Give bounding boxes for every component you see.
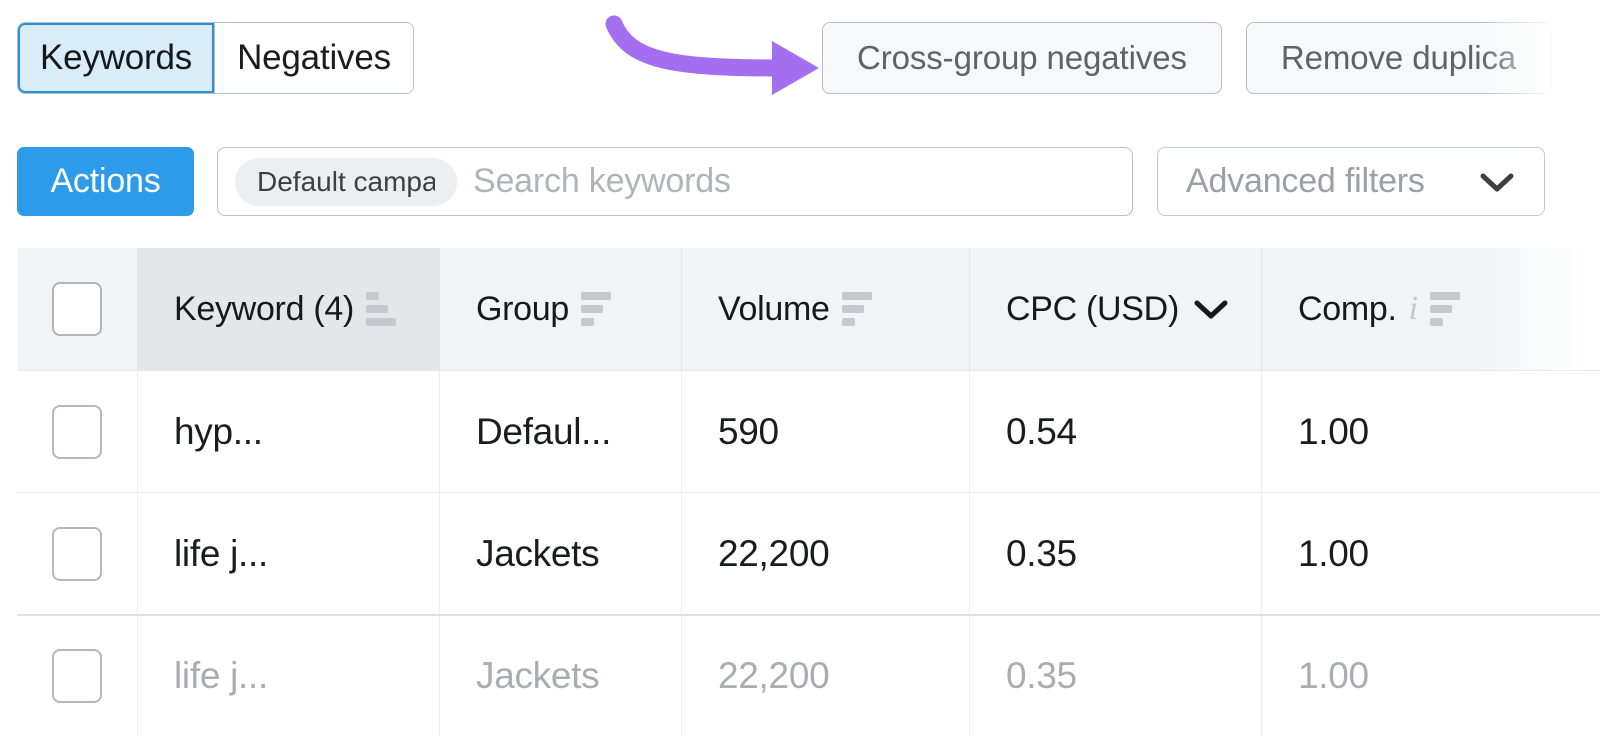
row-select-cell	[17, 371, 138, 492]
cell-group: Defaul...	[440, 371, 682, 492]
chevron-down-icon	[1478, 170, 1516, 194]
row-checkbox[interactable]	[52, 405, 102, 459]
column-header-group[interactable]: Group	[440, 248, 682, 370]
cell-competition: 1.00	[1262, 493, 1600, 614]
cell-volume: 22,200	[682, 616, 970, 736]
column-header-keyword-label: Keyword (4)	[174, 290, 354, 329]
column-header-volume-label: Volume	[718, 290, 830, 329]
column-header-competition[interactable]: Comp. i	[1262, 248, 1600, 370]
column-header-volume[interactable]: Volume	[682, 248, 970, 370]
remove-duplicates-label: Remove duplica	[1281, 39, 1516, 77]
cell-keyword: hyp...	[138, 371, 440, 492]
view-toggle-group: Keywords Negatives	[17, 22, 414, 94]
cross-group-negatives-label: Cross-group negatives	[857, 39, 1187, 77]
tab-keywords-label: Keywords	[40, 38, 192, 78]
tab-negatives-label: Negatives	[237, 38, 391, 78]
arrow-icon	[604, 8, 834, 98]
keywords-table: Keyword (4) Group Volume CPC (USD) Comp.…	[17, 248, 1600, 736]
sort-descending-icon[interactable]	[581, 292, 611, 326]
select-all-checkbox[interactable]	[52, 282, 102, 336]
search-input[interactable]	[471, 161, 1132, 202]
table-row[interactable]: life j... Jackets 22,200 0.35 1.00	[17, 614, 1600, 736]
row-checkbox[interactable]	[52, 649, 102, 703]
tab-keywords[interactable]: Keywords	[18, 23, 214, 93]
cell-cpc: 0.35	[970, 616, 1262, 736]
cell-volume: 590	[682, 371, 970, 492]
advanced-filters-label: Advanced filters	[1186, 162, 1425, 201]
cross-group-negatives-button[interactable]: Cross-group negatives	[822, 22, 1222, 94]
column-header-competition-label: Comp.	[1298, 290, 1397, 329]
cell-competition: 1.00	[1262, 371, 1600, 492]
cell-group: Jackets	[440, 493, 682, 614]
controls-row: Actions Default campa Advanced filters	[0, 147, 1600, 217]
advanced-filters-button[interactable]: Advanced filters	[1157, 147, 1545, 216]
annotation-arrow	[604, 8, 834, 98]
cell-group: Jackets	[440, 616, 682, 736]
cell-cpc: 0.54	[970, 371, 1262, 492]
actions-button[interactable]: Actions	[17, 147, 194, 216]
table-row[interactable]: life j... Jackets 22,200 0.35 1.00	[17, 492, 1600, 614]
campaign-filter-chip-label: Default campa	[257, 166, 435, 198]
remove-duplicates-button[interactable]: Remove duplica	[1246, 22, 1551, 94]
search-box[interactable]: Default campa	[217, 147, 1133, 216]
top-action-buttons: Cross-group negatives Remove duplica	[822, 22, 1551, 94]
column-header-group-label: Group	[476, 290, 569, 329]
column-header-cpc[interactable]: CPC (USD)	[970, 248, 1262, 370]
row-select-cell	[17, 493, 138, 614]
row-select-cell	[17, 616, 138, 736]
sort-ascending-icon[interactable]	[366, 292, 396, 326]
row-checkbox[interactable]	[52, 527, 102, 581]
cell-cpc: 0.35	[970, 493, 1262, 614]
sort-descending-icon[interactable]	[842, 292, 872, 326]
table-header-row: Keyword (4) Group Volume CPC (USD) Comp.…	[17, 248, 1600, 370]
cell-competition: 1.00	[1262, 616, 1600, 736]
campaign-filter-chip[interactable]: Default campa	[235, 158, 457, 206]
cell-keyword: life j...	[138, 493, 440, 614]
table-row[interactable]: hyp... Defaul... 590 0.54 1.00	[17, 370, 1600, 492]
select-all-header-cell	[17, 248, 138, 370]
info-icon[interactable]: i	[1409, 292, 1418, 326]
cell-volume: 22,200	[682, 493, 970, 614]
chevron-down-icon[interactable]	[1193, 298, 1229, 320]
column-header-cpc-label: CPC (USD)	[1006, 290, 1179, 329]
column-header-keyword[interactable]: Keyword (4)	[138, 248, 440, 370]
tab-negatives[interactable]: Negatives	[215, 23, 413, 93]
cell-keyword: life j...	[138, 616, 440, 736]
sort-descending-icon[interactable]	[1430, 292, 1460, 326]
